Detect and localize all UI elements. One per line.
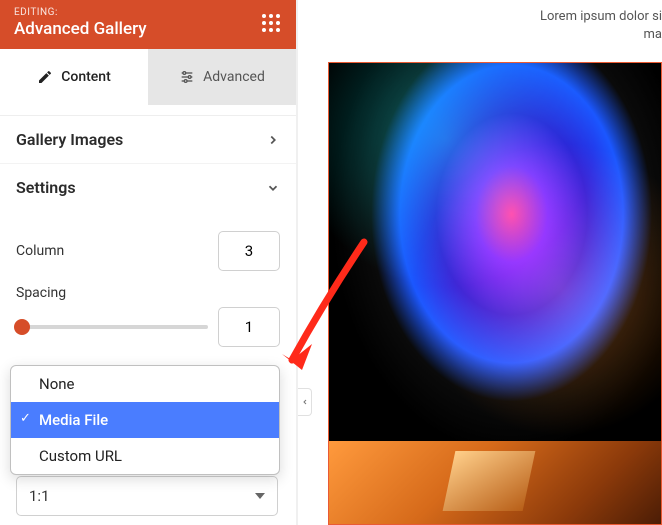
- gallery-block-frame[interactable]: [328, 62, 662, 525]
- spacing-input[interactable]: [218, 307, 280, 347]
- placeholder-text: Lorem ipsum dolor si ma: [522, 8, 662, 44]
- section-gallery-images-title: Gallery Images: [16, 130, 123, 149]
- editor-canvas: Lorem ipsum dolor si ma: [314, 0, 662, 525]
- spacing-slider[interactable]: [16, 325, 208, 329]
- caret-down-icon: [255, 491, 265, 501]
- section-gallery-images[interactable]: Gallery Images: [0, 115, 296, 163]
- settings-controls: Column Spacing: [0, 211, 296, 379]
- column-row: Column: [16, 231, 280, 271]
- dropdown-option-custom-url[interactable]: Custom URL: [11, 438, 279, 474]
- spacing-row: [16, 307, 280, 347]
- pencil-icon: [37, 69, 53, 85]
- dropdown-option-none[interactable]: None: [11, 366, 279, 402]
- tab-bar: Content Advanced: [0, 49, 296, 105]
- tab-advanced-label: Advanced: [203, 69, 265, 85]
- dropdown-option-media-file[interactable]: Media File: [11, 402, 279, 438]
- column-label: Column: [16, 243, 64, 259]
- chevron-down-icon: [266, 181, 280, 195]
- sidebar-collapse-handle[interactable]: [298, 388, 312, 416]
- spacing-label: Spacing: [16, 285, 280, 301]
- panel-title: Advanced Gallery: [14, 19, 282, 39]
- tab-content[interactable]: Content: [0, 49, 148, 105]
- lorem-line-2: ma: [644, 27, 662, 42]
- chevron-right-icon: [266, 133, 280, 147]
- tab-content-label: Content: [61, 69, 111, 85]
- panel-header: EDITING: Advanced Gallery: [0, 0, 296, 49]
- aspect-ratio-value: 1:1: [29, 487, 50, 505]
- link-to-dropdown[interactable]: None Media File Custom URL: [10, 365, 280, 475]
- gallery-image-2: [329, 441, 661, 525]
- tab-advanced[interactable]: Advanced: [148, 49, 296, 105]
- chevron-left-icon: [301, 398, 309, 406]
- editing-label: EDITING:: [14, 7, 282, 18]
- section-settings[interactable]: Settings: [0, 163, 296, 211]
- gallery-image-1: [329, 63, 661, 441]
- spacing-slider-thumb[interactable]: [14, 319, 30, 335]
- aspect-ratio-select[interactable]: 1:1: [16, 476, 278, 516]
- sliders-icon: [179, 69, 195, 85]
- column-input[interactable]: [218, 231, 280, 271]
- lorem-line-1: Lorem ipsum dolor si: [540, 9, 662, 24]
- drag-handle-icon[interactable]: [260, 12, 282, 34]
- section-settings-title: Settings: [16, 178, 76, 197]
